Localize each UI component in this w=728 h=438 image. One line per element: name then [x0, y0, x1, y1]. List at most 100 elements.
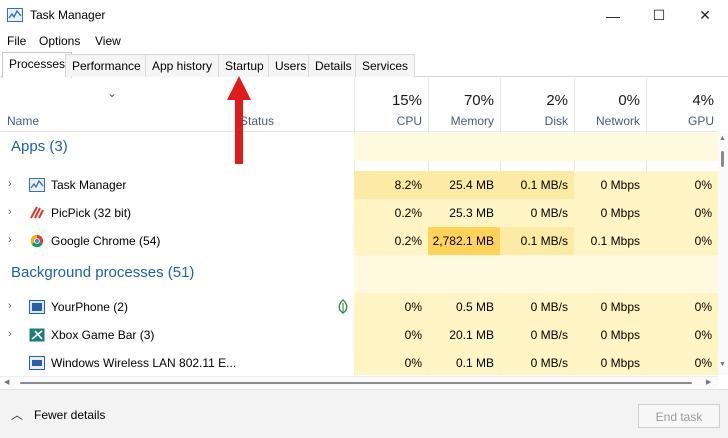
tab-bar: Processes Performance App history Startu…	[0, 52, 728, 78]
minimize-button[interactable]: —	[590, 0, 636, 31]
fewer-details-link[interactable]: Fewer details	[34, 408, 105, 422]
network-cell: 0 Mbps	[574, 199, 646, 227]
wlan-icon	[29, 356, 45, 370]
network-cell: 0 Mbps	[574, 171, 646, 199]
chrome-icon	[29, 234, 45, 248]
tab-services[interactable]: Services	[355, 54, 416, 77]
gpu-total: 4%	[692, 92, 714, 109]
disk-cell: 0.1 MB/s	[500, 227, 574, 255]
title-bar: Task Manager — ☐ ✕	[0, 0, 728, 31]
disk-cell: 0 MB/s	[500, 199, 574, 227]
heat-cell	[500, 133, 574, 161]
memory-cell: 25.4 MB	[428, 171, 500, 199]
column-memory[interactable]: Memory	[428, 114, 494, 128]
gpu-cell: 0%	[646, 349, 718, 375]
scrollbar-thumb[interactable]	[20, 382, 692, 384]
heat-cell	[646, 255, 718, 293]
horizontal-scrollbar[interactable]: ◀ ▶	[0, 376, 718, 388]
footer-bar: ︿ Fewer details End task	[0, 389, 728, 438]
task-manager-icon	[29, 178, 45, 192]
menu-view[interactable]: View	[95, 34, 121, 48]
heat-cell	[354, 255, 428, 293]
tab-users[interactable]: Users	[268, 54, 314, 77]
process-name: Task Manager	[51, 178, 127, 192]
cpu-cell: 0.2%	[354, 227, 428, 255]
red-arrow-annotation	[227, 76, 251, 164]
memory-cell: 25.3 MB	[428, 199, 500, 227]
cpu-cell: 0%	[354, 293, 428, 321]
table-row[interactable]: › Task Manager 8.2% 25.4 MB 0.1 MB/s 0 M…	[0, 171, 718, 199]
chevron-right-icon[interactable]: ›	[8, 328, 12, 340]
picpick-icon	[29, 206, 45, 220]
column-name[interactable]: Name	[7, 114, 39, 128]
heat-cell	[574, 255, 646, 293]
gpu-cell: 0%	[646, 321, 718, 349]
gpu-cell: 0%	[646, 171, 718, 199]
disk-cell: 0.1 MB/s	[500, 171, 574, 199]
heat-cell	[574, 133, 646, 161]
cpu-total: 15%	[391, 92, 422, 109]
task-manager-icon	[7, 8, 23, 22]
process-name: PicPick (32 bit)	[51, 206, 132, 220]
heat-cell	[428, 255, 500, 293]
tab-processes[interactable]: Processes	[2, 52, 73, 78]
cpu-cell: 0%	[354, 349, 428, 375]
column-network[interactable]: Network	[574, 114, 640, 128]
end-task-button[interactable]: End task	[638, 404, 720, 428]
memory-cell: 2,782.1 MB	[428, 227, 500, 255]
disk-total: 2%	[546, 92, 568, 109]
process-name: Xbox Game Bar (3)	[51, 328, 155, 342]
scroll-up-icon[interactable]: ▲	[719, 135, 726, 142]
window-title: Task Manager	[30, 8, 106, 22]
group-header-background[interactable]: Background processes (51)	[0, 255, 718, 293]
chevron-right-icon[interactable]: ›	[8, 300, 12, 312]
close-button[interactable]: ✕	[682, 0, 728, 31]
menu-file[interactable]: File	[7, 34, 26, 48]
gpu-cell: 0%	[646, 199, 718, 227]
cpu-cell: 0.2%	[354, 199, 428, 227]
chevron-up-icon[interactable]: ︿	[11, 406, 23, 423]
scroll-left-icon[interactable]: ◀	[4, 378, 9, 386]
table-row[interactable]: › Xbox Game Bar (3) 0% 20.1 MB 0 MB/s 0 …	[0, 321, 718, 349]
yourphone-icon	[29, 300, 45, 314]
scroll-down-icon[interactable]: ▼	[719, 361, 726, 368]
disk-cell: 0 MB/s	[500, 321, 574, 349]
column-gpu[interactable]: GPU	[646, 114, 714, 128]
suspended-leaf-icon	[337, 299, 349, 318]
table-row[interactable]: › PicPick (32 bit) 0.2% 25.3 MB 0 MB/s 0…	[0, 199, 718, 227]
table-row[interactable]: › YourPhone (2) 0% 0.5 MB 0 MB/s 0 Mbps …	[0, 293, 718, 321]
scroll-right-icon[interactable]: ▶	[706, 378, 711, 386]
process-name: YourPhone (2)	[51, 300, 128, 314]
cpu-cell: 8.2%	[354, 171, 428, 199]
process-table: Apps (3) › Task Manager 8.2% 25.4 MB 0.1…	[0, 133, 718, 375]
table-row[interactable]: Windows Wireless LAN 802.11 E... 0% 0.1 …	[0, 349, 718, 375]
chevron-right-icon[interactable]: ›	[8, 206, 12, 218]
heat-cell	[354, 133, 428, 161]
table-row[interactable]: › Google Chrome (54) 0.2% 2,782.1 MB 0.1…	[0, 227, 718, 255]
maximize-button[interactable]: ☐	[636, 0, 682, 31]
heat-cell	[428, 133, 500, 161]
memory-cell: 0.5 MB	[428, 293, 500, 321]
column-disk[interactable]: Disk	[500, 114, 568, 128]
disk-cell: 0 MB/s	[500, 349, 574, 375]
column-cpu[interactable]: CPU	[354, 114, 422, 128]
tab-app-history[interactable]: App history	[145, 54, 220, 77]
chevron-right-icon[interactable]: ›	[8, 178, 12, 190]
vertical-scrollbar[interactable]: ▲ ▼	[718, 133, 728, 375]
group-header-apps[interactable]: Apps (3)	[0, 133, 718, 161]
memory-cell: 0.1 MB	[428, 349, 500, 375]
network-cell: 0 Mbps	[574, 349, 646, 375]
tab-details[interactable]: Details	[308, 54, 359, 77]
sort-chevron-icon[interactable]: ⌄	[107, 86, 117, 100]
memory-cell: 20.1 MB	[428, 321, 500, 349]
cpu-cell: 0%	[354, 321, 428, 349]
menu-options[interactable]: Options	[39, 34, 80, 48]
gpu-cell: 0%	[646, 227, 718, 255]
memory-total: 70%	[463, 92, 494, 109]
network-total: 0%	[618, 92, 640, 109]
scrollbar-thumb[interactable]	[721, 151, 724, 167]
tab-performance[interactable]: Performance	[65, 54, 148, 77]
chevron-right-icon[interactable]: ›	[8, 234, 12, 246]
network-cell: 0.1 Mbps	[574, 227, 646, 255]
gpu-cell: 0%	[646, 293, 718, 321]
